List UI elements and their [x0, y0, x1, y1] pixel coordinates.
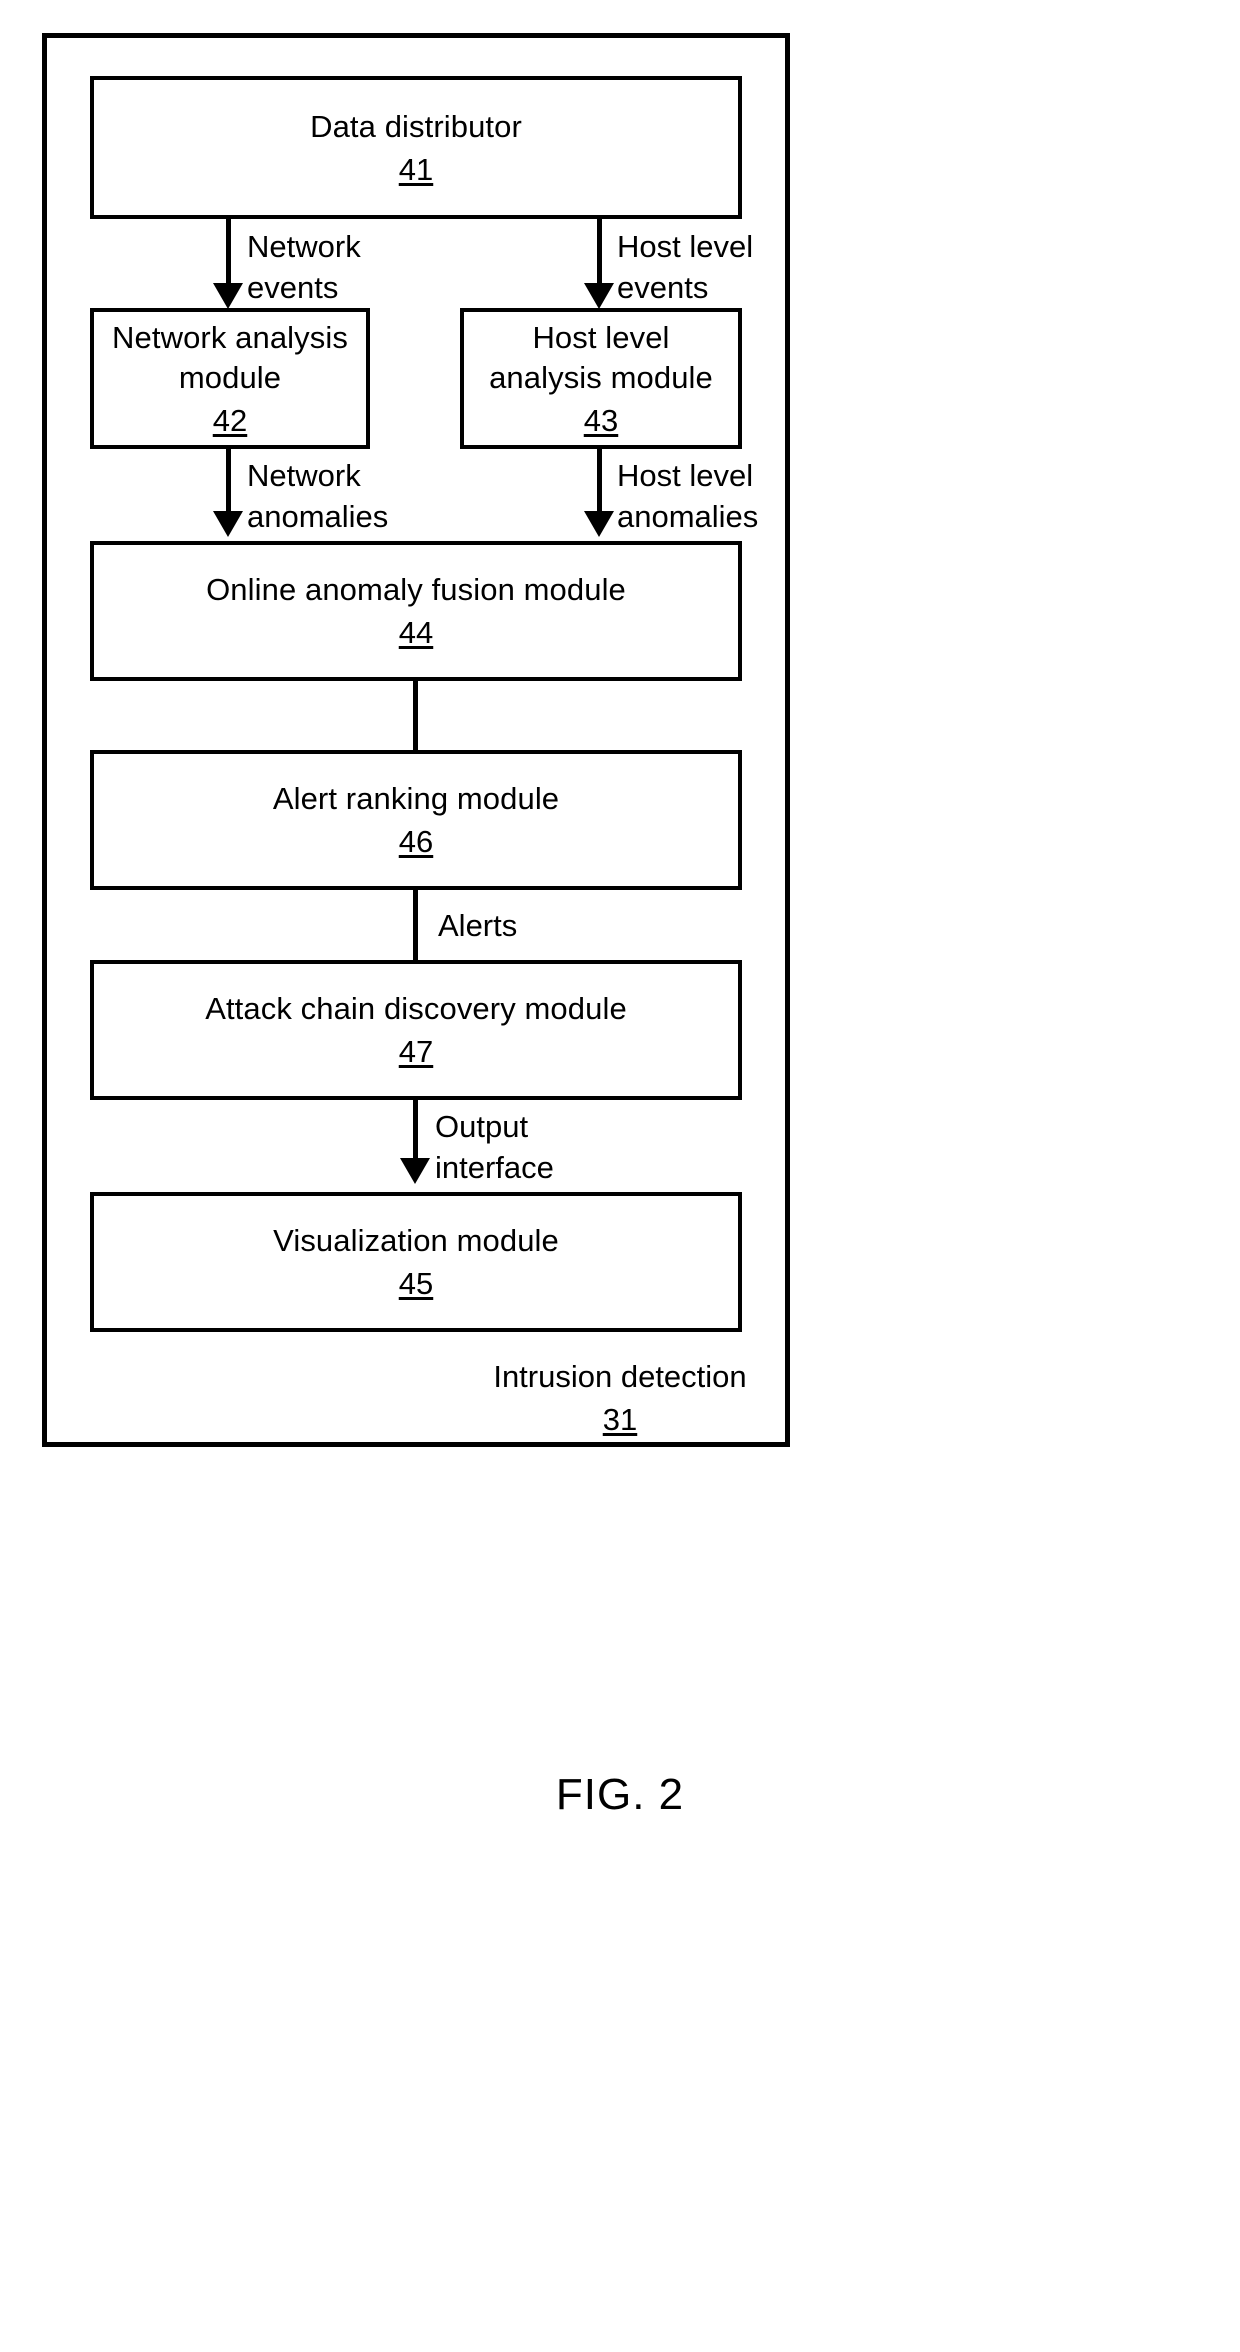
connector-fusion-to-ranking: [413, 681, 418, 750]
edge-label-host-level-events: Host level events: [617, 229, 754, 305]
box-online-anomaly-fusion-number: 44: [398, 615, 434, 650]
connector-network-events: [226, 219, 231, 291]
box-visualization-number: 45: [398, 1266, 434, 1301]
box-host-level-analysis-number: 43: [583, 402, 619, 438]
box-alert-ranking[interactable]: Alert ranking module 46: [90, 750, 742, 890]
connector-host-level-anomalies: [597, 449, 602, 517]
box-data-distributor-number: 41: [398, 151, 434, 187]
box-attack-chain-discovery-title: Attack chain discovery module: [205, 991, 627, 1026]
arrowhead-host-level-events: [584, 283, 614, 309]
container-caption-label: Intrusion detection: [493, 1359, 747, 1394]
box-network-analysis[interactable]: Network analysis module 42: [90, 308, 370, 449]
arrowhead-host-level-anomalies: [584, 511, 614, 537]
box-alert-ranking-title: Alert ranking module: [272, 781, 560, 816]
box-data-distributor[interactable]: Data distributor 41: [90, 76, 742, 219]
box-online-anomaly-fusion[interactable]: Online anomaly fusion module 44: [90, 541, 742, 681]
container-caption: Intrusion detection 31: [0, 1357, 1240, 1440]
container-caption-number: 31: [602, 1402, 638, 1437]
edge-label-alerts: Alerts: [438, 908, 518, 943]
box-online-anomaly-fusion-title: Online anomaly fusion module: [206, 572, 626, 607]
patent-figure: Data distributor 41 Network events Host …: [0, 0, 1240, 2352]
arrowhead-network-anomalies: [213, 511, 243, 537]
box-alert-ranking-number: 46: [398, 824, 434, 859]
box-visualization-title: Visualization module: [273, 1223, 559, 1258]
box-network-analysis-title: Network analysis module: [112, 319, 348, 395]
connector-output-interface: [413, 1100, 418, 1166]
box-attack-chain-discovery[interactable]: Attack chain discovery module 47: [90, 960, 742, 1100]
box-data-distributor-title: Data distributor: [310, 108, 522, 144]
box-attack-chain-discovery-number: 47: [398, 1034, 434, 1069]
figure-caption: FIG. 2: [555, 1770, 685, 1819]
connector-host-level-events: [597, 219, 602, 291]
connector-alerts: [413, 890, 418, 960]
connector-network-anomalies: [226, 449, 231, 517]
box-network-analysis-number: 42: [212, 402, 248, 438]
edge-label-network-events: Network events: [247, 229, 361, 305]
edge-label-output-interface: Output interface: [435, 1109, 554, 1185]
arrowhead-output-interface: [400, 1158, 430, 1184]
edge-label-host-level-anomalies: Host level anomalies: [617, 458, 759, 534]
arrowhead-network-events: [213, 283, 243, 309]
edge-label-network-anomalies: Network anomalies: [247, 458, 389, 534]
box-visualization[interactable]: Visualization module 45: [90, 1192, 742, 1332]
box-host-level-analysis[interactable]: Host level analysis module 43: [460, 308, 742, 449]
box-host-level-analysis-title: Host level analysis module: [489, 319, 713, 395]
